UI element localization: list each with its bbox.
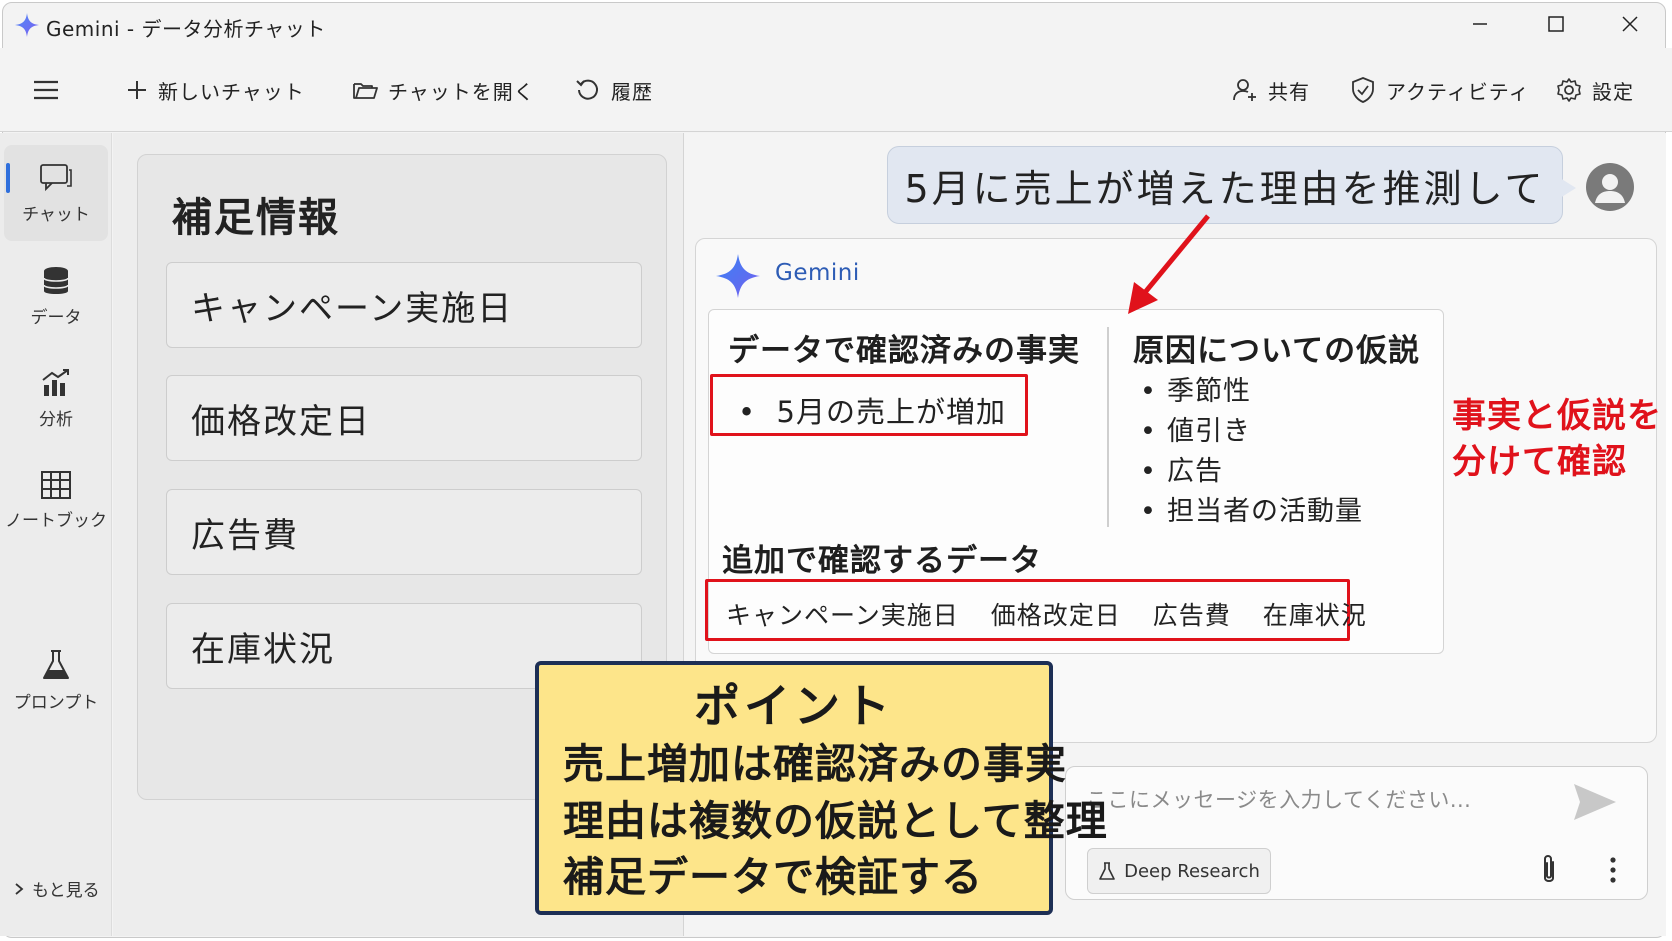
point-title: ポイント <box>694 679 894 733</box>
hypotheses-title: 原因についての仮説 <box>1133 333 1421 369</box>
history-icon <box>576 79 598 100</box>
open-chat-label: チャットを開く <box>388 79 535 104</box>
maximize-button[interactable] <box>1518 0 1594 48</box>
settings-label: 設定 <box>1592 79 1634 104</box>
message-input[interactable]: ここにメッセージを入力してください... <box>1086 784 1471 814</box>
supplement-title: 補足情報 <box>172 195 340 241</box>
point-line: 理由は複数の仮説として整理 <box>563 797 1108 845</box>
rail-label-notebook: ノートブック <box>5 510 107 531</box>
active-indicator <box>6 163 10 193</box>
shield-check-icon <box>1352 77 1374 103</box>
person-icon <box>1595 174 1625 203</box>
maximize-icon <box>1548 16 1564 32</box>
point-line: 補足データで検証する <box>563 853 983 901</box>
gemini-star-icon <box>716 254 760 298</box>
additional-title: 追加で確認するデータ <box>722 543 1042 579</box>
supplement-item[interactable]: キャンペーン実施日 <box>166 262 642 348</box>
deep-research-button[interactable]: Deep Research <box>1087 848 1271 894</box>
toolbar: 新しいチャット チャットを開く 履歴 共有 アクティビティ 設定 <box>0 48 1672 132</box>
activity-label: アクティビティ <box>1386 79 1530 104</box>
assistant-name: Gemini <box>775 260 860 286</box>
rail-item-prompt[interactable]: プロンプト <box>4 632 108 728</box>
history-label: 履歴 <box>611 79 653 104</box>
chart-icon <box>42 368 69 396</box>
menu-button[interactable] <box>32 72 60 108</box>
supplement-item[interactable]: 価格改定日 <box>166 375 642 461</box>
supplement-item[interactable]: 広告費 <box>166 489 642 575</box>
more-link-label: もと見る <box>32 881 100 901</box>
red-arrow-annotation <box>1128 214 1210 314</box>
data-chip: 在庫状況 <box>1262 601 1367 630</box>
new-chat-button[interactable]: 新しいチャット <box>126 72 305 108</box>
flask-icon <box>1099 862 1115 880</box>
data-chip: 価格改定日 <box>990 601 1121 630</box>
open-chat-button[interactable]: チャットを開く <box>352 72 535 108</box>
folder-icon <box>353 83 378 99</box>
rail-item-data[interactable]: データ <box>4 248 108 344</box>
point-line: 売上増加は確認済みの事実 <box>563 740 1067 788</box>
list-item: 担当者の活動量 <box>1140 492 1363 532</box>
rail-label-data: データ <box>30 307 82 328</box>
annotation-line: 事実と仮説を <box>1452 396 1662 436</box>
table-icon <box>41 470 71 499</box>
fact-item-text: 5月の売上が増加 <box>776 395 1006 429</box>
minimize-button[interactable] <box>1442 0 1518 48</box>
window-title: Gemini - データ分析チャット <box>46 17 326 41</box>
share-button[interactable]: 共有 <box>1232 72 1310 108</box>
gear-icon <box>1557 78 1581 102</box>
new-chat-label: 新しいチャット <box>158 79 305 104</box>
column-divider <box>1107 327 1109 527</box>
settings-button[interactable]: 設定 <box>1556 72 1634 108</box>
fact-item: • 5月の売上が増加 <box>738 395 1006 429</box>
history-button[interactable]: 履歴 <box>575 72 653 108</box>
chevron-right-icon <box>15 882 24 895</box>
data-chip: キャンペーン実施日 <box>726 601 959 630</box>
activity-button[interactable]: アクティビティ <box>1350 72 1530 108</box>
user-message: 5月に売上が増えた理由を推測して <box>887 146 1563 224</box>
share-person-icon <box>1233 79 1256 101</box>
rail-label-chat: チャット <box>22 204 90 225</box>
database-icon <box>43 266 69 294</box>
hamburger-icon <box>34 80 58 100</box>
flask-icon <box>43 649 69 679</box>
paperclip-icon[interactable] <box>1535 852 1563 888</box>
data-chip: 広告費 <box>1152 601 1231 630</box>
gemini-logo-icon <box>15 13 39 37</box>
rail-item-notebook[interactable]: ノートブック <box>4 452 108 548</box>
list-item: 値引き <box>1140 412 1363 452</box>
hypotheses-list: 季節性 値引き 広告 担当者の活動量 <box>1140 372 1363 532</box>
rail-label-prompt: プロンプト <box>13 692 99 713</box>
user-avatar[interactable] <box>1586 163 1634 211</box>
send-icon[interactable] <box>1570 778 1620 826</box>
chat-icon <box>40 163 72 191</box>
facts-title: データで確認済みの事実 <box>728 333 1080 369</box>
annotation-line: 分けて確認 <box>1452 442 1627 482</box>
rail-label-analysis: 分析 <box>39 409 73 430</box>
additional-data-list: キャンペーン実施日 価格改定日 広告費 在庫状況 <box>726 596 1367 632</box>
bubble-tail <box>1560 178 1576 198</box>
rail-item-analysis[interactable]: 分析 <box>4 350 108 446</box>
plus-icon <box>128 81 146 99</box>
list-item: 広告 <box>1140 452 1363 492</box>
share-label: 共有 <box>1268 79 1310 104</box>
annotation-note: 事実と仮説を 分けて確認 <box>1452 393 1662 485</box>
close-icon <box>1622 16 1638 32</box>
minimize-icon <box>1473 23 1487 25</box>
close-button[interactable] <box>1592 0 1668 48</box>
more-options-icon[interactable] <box>1600 852 1626 888</box>
deep-research-label: Deep Research <box>1124 860 1260 882</box>
rail-item-chat[interactable]: チャット <box>4 145 108 241</box>
more-link[interactable]: もと見る <box>14 876 100 901</box>
list-item: 季節性 <box>1140 372 1363 412</box>
